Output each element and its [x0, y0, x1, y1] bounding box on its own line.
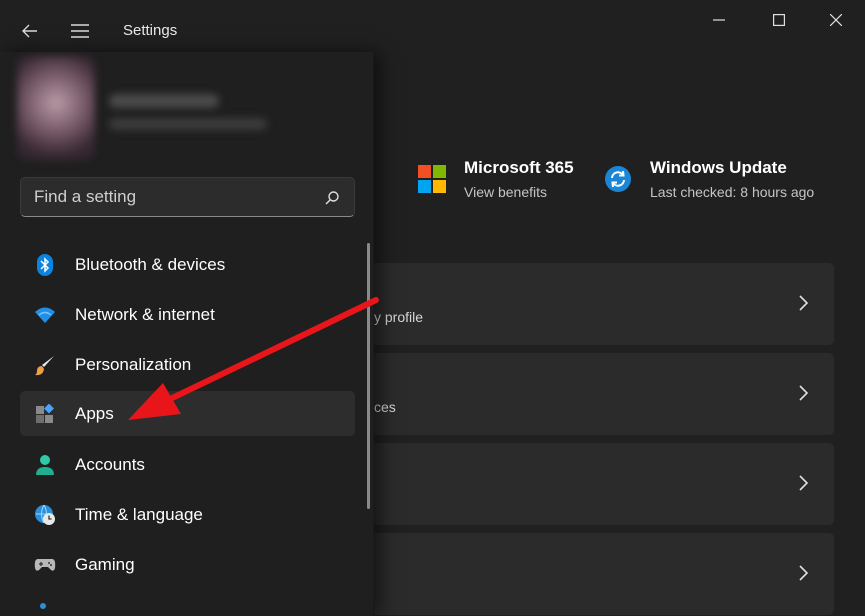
settings-card[interactable] — [360, 443, 834, 525]
chevron-right-icon — [799, 295, 809, 311]
title-bar: Settings — [0, 0, 865, 60]
search-icon[interactable] — [324, 190, 340, 206]
back-button[interactable] — [14, 16, 46, 46]
microsoft-365-promo[interactable]: Microsoft 365 View benefits — [418, 158, 574, 200]
apps-icon — [34, 403, 56, 425]
hamburger-menu-icon — [71, 24, 89, 38]
settings-card[interactable] — [360, 533, 834, 615]
nav-item-label: Accounts — [75, 454, 145, 474]
close-button[interactable] — [813, 4, 859, 36]
nav-item-personalization[interactable]: Personalization — [20, 342, 355, 387]
navigation-menu-button[interactable] — [64, 16, 96, 46]
nav-item-time-language[interactable]: Time & language — [20, 492, 355, 537]
chevron-right-icon — [799, 475, 809, 491]
nav-item-accounts[interactable]: Accounts — [20, 442, 355, 487]
next-nav-item-partial-icon — [40, 603, 46, 609]
user-profile[interactable] — [17, 56, 292, 161]
close-icon — [830, 14, 842, 26]
promo-subtitle: Last checked: 8 hours ago — [650, 184, 815, 200]
back-arrow-icon — [22, 24, 37, 38]
profile-name-redacted — [109, 94, 219, 108]
microsoft-logo-icon — [418, 165, 446, 193]
brush-icon — [34, 354, 56, 376]
wifi-icon — [34, 304, 56, 326]
nav-item-network-internet[interactable]: Network & internet — [20, 292, 355, 337]
nav-item-label: Time & language — [75, 504, 203, 524]
nav-item-apps[interactable]: Apps — [20, 391, 355, 436]
card-description: ces — [374, 399, 396, 415]
nav-item-label: Personalization — [75, 354, 192, 374]
nav-item-bluetooth-devices[interactable]: Bluetooth & devices — [20, 242, 355, 287]
avatar — [17, 56, 95, 160]
person-icon — [34, 454, 56, 476]
maximize-button[interactable] — [756, 4, 802, 36]
promo-title: Windows Update — [650, 158, 787, 177]
settings-card[interactable]: ces — [360, 353, 834, 435]
nav-item-label: Bluetooth & devices — [75, 254, 226, 274]
minimize-icon — [713, 19, 725, 21]
minimize-button[interactable] — [696, 4, 742, 36]
promo-title: Microsoft 365 — [464, 158, 574, 177]
chevron-right-icon — [799, 385, 809, 401]
card-description: y profile — [374, 309, 424, 325]
promo-subtitle: View benefits — [464, 184, 548, 200]
settings-card[interactable]: y profile — [360, 263, 834, 345]
search-box — [20, 177, 355, 217]
flyout-scrollbar[interactable] — [367, 243, 370, 509]
search-input[interactable] — [34, 178, 314, 216]
nav-item-label: Apps — [75, 403, 114, 423]
bluetooth-icon — [34, 253, 56, 276]
chevron-right-icon — [799, 565, 809, 581]
globe-clock-icon — [34, 504, 56, 526]
nav-item-label: Gaming — [75, 554, 135, 574]
maximize-icon — [773, 14, 785, 26]
profile-email-redacted — [109, 118, 267, 130]
gamepad-icon — [34, 554, 56, 576]
windows-update-promo[interactable]: Windows Update Last checked: 8 hours ago — [604, 158, 814, 200]
nav-item-label: Network & internet — [75, 304, 215, 324]
nav-item-gaming[interactable]: Gaming — [20, 542, 355, 587]
sync-icon — [605, 166, 631, 192]
app-title: Settings — [123, 22, 178, 39]
navigation-flyout: Bluetooth & devices Network & internet P… — [0, 52, 374, 616]
